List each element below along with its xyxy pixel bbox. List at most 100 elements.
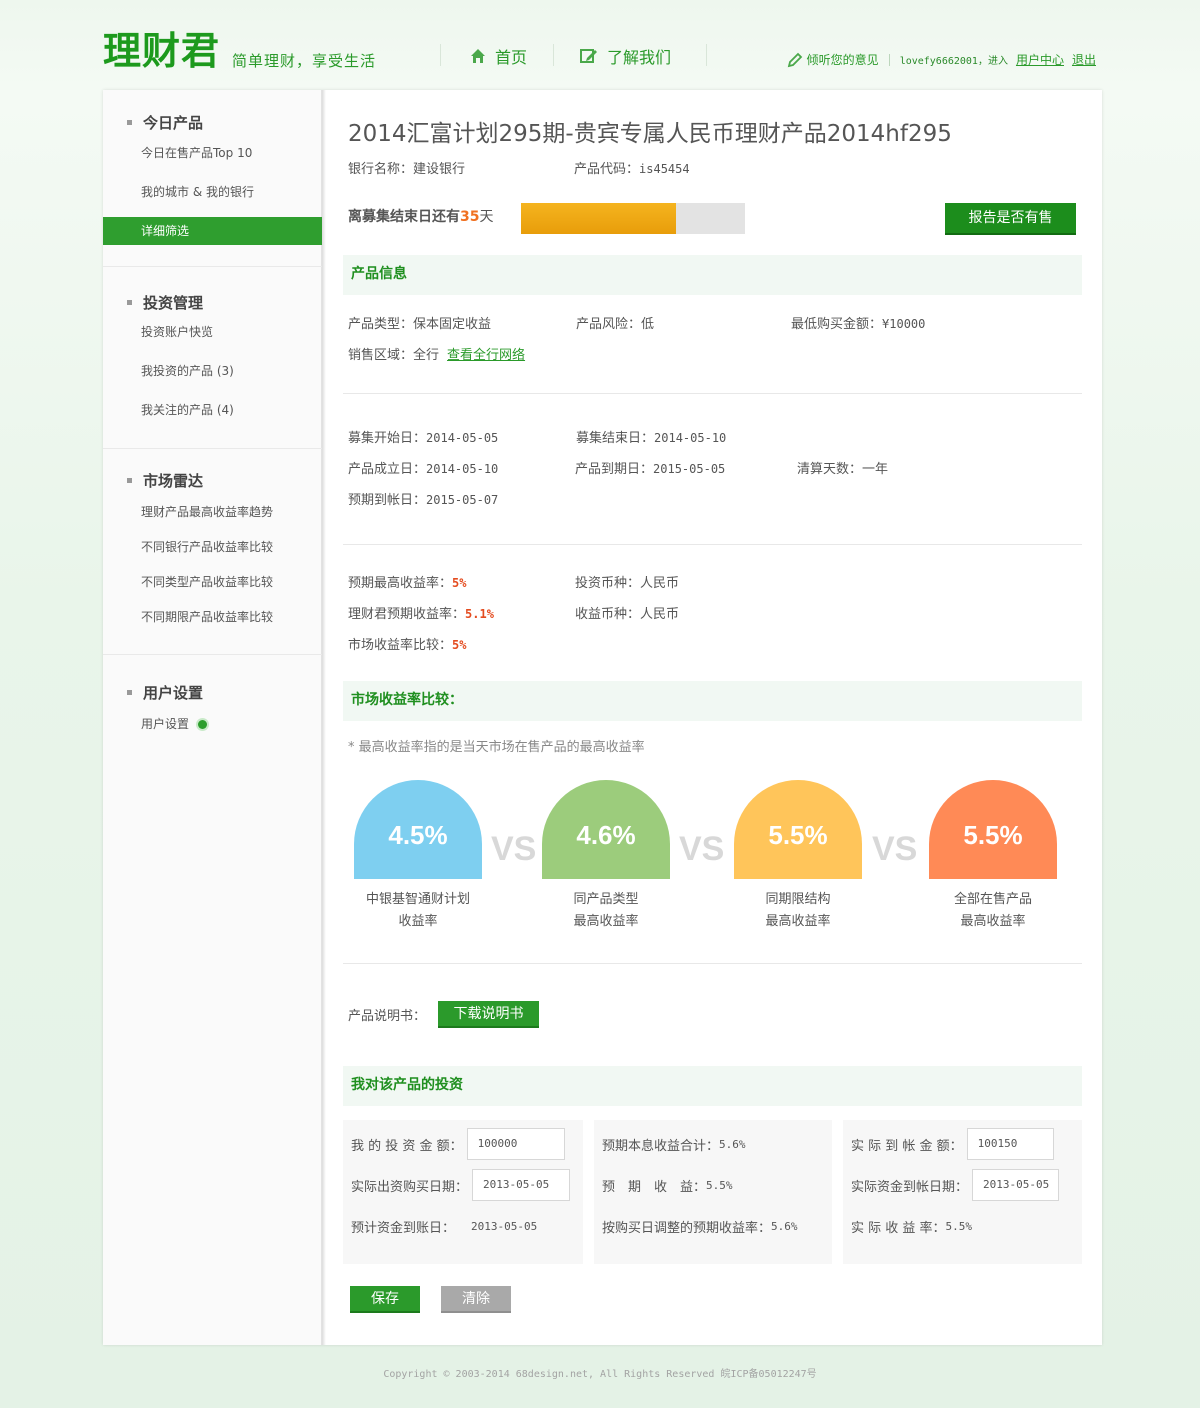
divider	[343, 544, 1082, 545]
sidebar-item-label: 用户设置	[141, 717, 190, 731]
actual-date-row: 实际资金到帐日期： 2013-05-05	[851, 1169, 1060, 1201]
yield-circle: 5.5%	[734, 780, 862, 879]
sidebar-item-my-investments[interactable]: 我投资的产品 (3)	[103, 357, 322, 385]
compare-caption: 同期限结构 最高收益率	[765, 892, 831, 929]
min-purchase: 最低购买金额：¥10000	[791, 317, 926, 332]
countdown-text: 离募集结束日还有35天	[348, 209, 494, 225]
establish-date: 产品成立日：2014-05-10	[348, 462, 499, 477]
compare-caption: 中银基智通财计划 收益率	[365, 892, 470, 929]
view-network-link[interactable]: 查看全行网络	[447, 348, 525, 363]
product-type: 产品类型：保本固定收益	[348, 317, 492, 332]
clearing-days: 清算天数：一年	[797, 462, 889, 477]
investment-panel-left: 我 的 投 资 金 额： 100000 实际出资购买日期： 2013-05-05 预…	[343, 1120, 583, 1264]
divider	[343, 393, 1082, 394]
sidebar-item-my-watchlist[interactable]: 我关注的产品 (4)	[103, 396, 322, 424]
edit-icon	[580, 49, 597, 63]
section-product-info: 产品信息	[343, 255, 1082, 295]
yield-circle: 4.5%	[354, 780, 482, 879]
home-icon	[471, 49, 485, 63]
product-code: 产品代码：is45454	[574, 162, 690, 177]
investment-currency: 投资币种：人民币	[575, 576, 680, 591]
save-button[interactable]: 保存	[350, 1286, 420, 1313]
expected-income-row: 预 期 收 益： 5.5%	[602, 1178, 733, 1195]
adjusted-yield-row: 按购买日调整的预期收益率： 5.6%	[602, 1219, 798, 1236]
investment-panel-right: 实 际 到 帐 金 额： 100150 实际资金到帐日期： 2013-05-05 实…	[843, 1120, 1082, 1264]
vs-label: VS	[491, 830, 537, 868]
expected-arrival-date: 预期到帐日：2015-05-07	[348, 493, 499, 508]
sidebar-group-title: 投资管理	[127, 292, 203, 313]
compare-item: 5.5% 同期限结构 最高收益率	[733, 780, 863, 933]
sales-region: 销售区域：全行 查看全行网络	[348, 348, 526, 363]
sidebar-item-detail-filter[interactable]: 详细筛选	[103, 217, 322, 245]
nav-divider	[553, 44, 554, 66]
vs-label: VS	[679, 830, 725, 868]
nav-divider	[706, 44, 707, 66]
actual-rate-row: 实 际 收 益 率： 5.5%	[851, 1219, 973, 1236]
actual-amount-input[interactable]: 100150	[966, 1128, 1054, 1160]
section-my-investment: 我对该产品的投资	[343, 1066, 1082, 1106]
expected-max-yield: 预期最高收益率：5%	[348, 576, 467, 591]
sidebar-item-user-settings[interactable]: 用户设置	[103, 710, 322, 738]
divider	[343, 963, 1082, 964]
main-content: 2014汇富计划295期-贵宾专属人民币理财产品2014hf295 银行名称：建…	[323, 90, 1102, 1345]
compare-item: 4.6% 同产品类型 最高收益率	[541, 780, 671, 933]
sidebar-item-my-city-bank[interactable]: 我的城市 & 我的银行	[103, 178, 322, 206]
logo[interactable]: 理财君	[103, 28, 220, 74]
compare-item: 4.5% 中银基智通财计划 收益率	[353, 780, 483, 933]
user-center-link[interactable]: 用户中心	[1016, 51, 1064, 68]
buy-date-row: 实际出资购买日期： 2013-05-05	[351, 1169, 571, 1201]
yield-circle: 4.6%	[542, 780, 670, 879]
compare-caption: 全部在售产品 最高收益率	[953, 892, 1032, 929]
nav-home[interactable]: 首页	[470, 44, 527, 68]
nav-about-label: 了解我们	[607, 48, 672, 67]
market-yield-compare: 市场收益率比较：5%	[348, 638, 467, 653]
slogan: 简单理财，享受生活	[232, 52, 377, 70]
sidebar: 今日产品 今日在售产品Top 10 我的城市 & 我的银行 详细筛选 投资管理 …	[103, 90, 322, 1345]
download-manual-button[interactable]: 下载说明书	[438, 1001, 539, 1028]
income-currency: 收益币种：人民币	[575, 607, 680, 622]
sidebar-item-type-compare[interactable]: 不同类型产品收益率比较	[103, 568, 322, 596]
sidebar-divider	[103, 266, 322, 267]
sidebar-item-top10[interactable]: 今日在售产品Top 10	[103, 139, 322, 167]
vs-label: VS	[872, 830, 918, 868]
section-market-compare: 市场收益率比较：	[343, 681, 1082, 721]
actual-amount-row: 实 际 到 帐 金 额： 100150	[851, 1128, 1054, 1160]
logout-link[interactable]: 退出	[1072, 51, 1096, 68]
total-income-row: 预期本息收益合计： 5.6%	[602, 1137, 746, 1154]
actual-date-input[interactable]: 2013-05-05	[972, 1169, 1060, 1201]
yield-circle: 5.5%	[929, 780, 1057, 879]
product-risk: 产品风险：低	[576, 317, 655, 332]
manual-label: 产品说明书：	[348, 1009, 427, 1024]
investment-amount-row: 我 的 投 资 金 额： 100000	[351, 1128, 565, 1160]
buy-date-input[interactable]: 2013-05-05	[472, 1169, 571, 1201]
report-button[interactable]: 报告是否有售	[945, 203, 1076, 235]
username-text: lovefy6662001，进入	[899, 56, 1008, 67]
sidebar-group-title: 今日产品	[127, 112, 203, 133]
header: 理财君 简单理财，享受生活 首页 了解我们 倾听您的意见 lovefy66620…	[0, 0, 1200, 90]
est-arrive-row: 预计资金到账日： 2013-05-05	[351, 1219, 538, 1236]
feedback-link[interactable]: 倾听您的意见	[807, 51, 879, 68]
sidebar-item-yield-trend[interactable]: 理财产品最高收益率趋势	[103, 498, 322, 526]
mature-date: 产品到期日：2015-05-05	[575, 462, 726, 477]
nav-home-label: 首页	[495, 48, 528, 67]
sidebar-divider	[103, 448, 322, 449]
sidebar-item-term-compare[interactable]: 不同期限产品收益率比较	[103, 603, 322, 631]
sidebar-item-account-overview[interactable]: 投资账户快览	[103, 318, 322, 346]
investment-amount-input[interactable]: 100000	[466, 1128, 565, 1160]
content-frame: 今日产品 今日在售产品Top 10 我的城市 & 我的银行 详细筛选 投资管理 …	[103, 90, 1102, 1345]
page-title: 2014汇富计划295期-贵宾专属人民币理财产品2014hf295	[348, 121, 952, 147]
clear-button[interactable]: 清除	[441, 1286, 511, 1313]
bank-name: 银行名称：建设银行	[348, 162, 466, 177]
sidebar-item-bank-compare[interactable]: 不同银行产品收益率比较	[103, 533, 322, 561]
compare-item: 5.5% 全部在售产品 最高收益率	[928, 780, 1058, 933]
sidebar-divider	[103, 654, 322, 655]
raise-progress-fill	[521, 203, 676, 234]
nav-divider	[440, 44, 441, 66]
investment-panel-middle: 预期本息收益合计： 5.6% 预 期 收 益： 5.5% 按购买日调整的预期收益率：…	[594, 1120, 832, 1264]
user-divider	[888, 53, 890, 66]
raise-progress-bar	[521, 203, 745, 234]
nav-about[interactable]: 了解我们	[580, 44, 671, 68]
pencil-icon	[787, 52, 802, 67]
licaijun-expected-yield: 理财君预期收益率：5.1%	[348, 607, 494, 622]
status-dot-icon	[198, 720, 208, 729]
